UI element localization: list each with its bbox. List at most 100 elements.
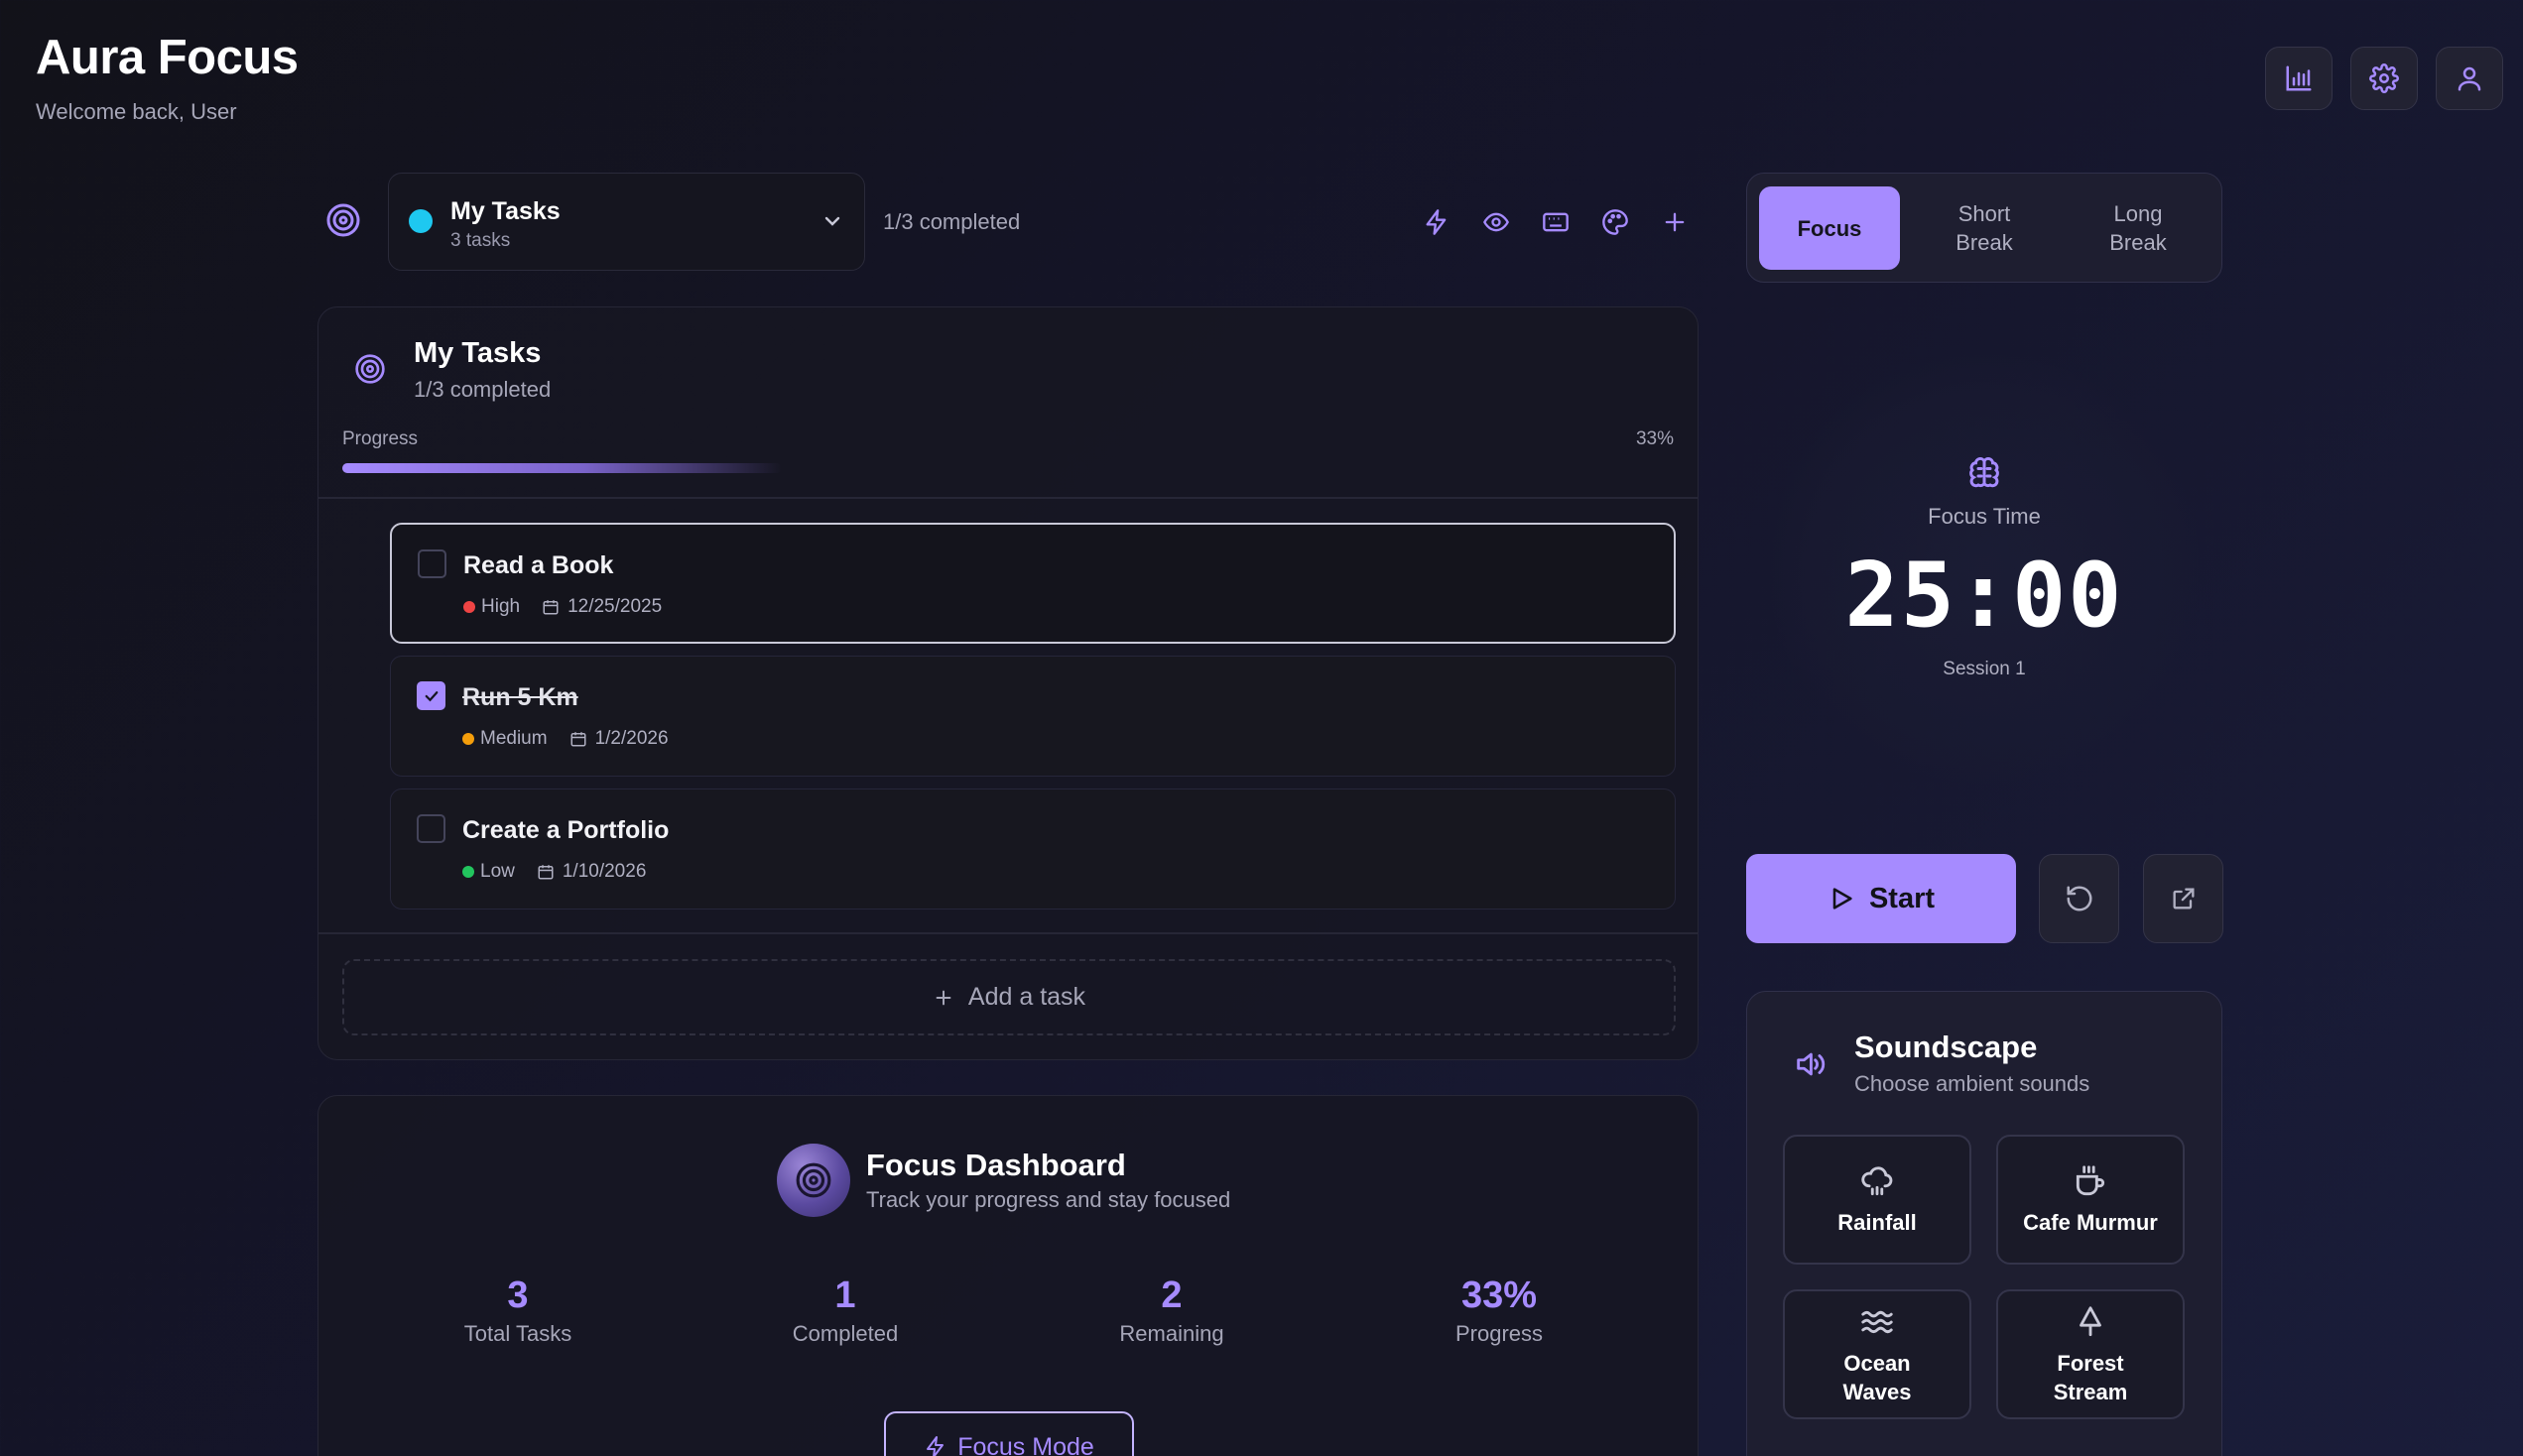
play-icon <box>1832 888 1852 910</box>
stat-value: 33% <box>1460 1274 1538 1316</box>
list-color-dot <box>409 209 433 233</box>
lightning-icon <box>1426 209 1447 235</box>
start-label: Start <box>1868 882 1936 914</box>
priority-dot <box>462 866 474 878</box>
start-button[interactable]: Start <box>1746 854 2016 943</box>
quick-action-button[interactable] <box>1417 202 1456 242</box>
stat-value: 2 <box>1161 1274 1183 1316</box>
calendar-icon <box>543 600 559 615</box>
target-icon <box>325 202 361 238</box>
focus-mode-button[interactable]: Focus Mode <box>884 1411 1134 1456</box>
popout-button[interactable] <box>2143 854 2223 943</box>
task-list-selector[interactable]: My Tasks 3 tasks <box>388 173 865 271</box>
task-item[interactable]: Read a Book High 12/25/2025 <box>390 523 1676 644</box>
soundscape-card: Soundscape Choose ambient sounds Rainfal… <box>1746 991 2222 1456</box>
task-meta: Low 1/10/2026 <box>462 861 646 883</box>
profile-button[interactable] <box>2436 47 2503 110</box>
cloud-rain-icon <box>1861 1166 1893 1196</box>
stat-total-tasks: 3 Total Tasks <box>369 1274 667 1347</box>
sound-rainfall[interactable]: Rainfall <box>1783 1135 1971 1265</box>
brain-icon <box>1966 455 2002 491</box>
task-priority: Medium <box>480 728 548 749</box>
task-checkbox[interactable] <box>418 549 446 578</box>
completed-summary: 1/3 completed <box>883 209 1021 234</box>
target-icon <box>796 1162 831 1198</box>
focus-dashboard-card: Focus Dashboard Track your progress and … <box>317 1095 1699 1456</box>
task-item[interactable]: Run 5 Km Medium 1/2/2026 <box>390 656 1676 777</box>
eye-icon <box>1483 212 1509 232</box>
progress-bar-fill <box>342 463 782 473</box>
divider <box>318 497 1698 499</box>
sound-label: Ocean Waves <box>1842 1350 1912 1404</box>
stat-value: 3 <box>507 1274 529 1316</box>
focus-mode-label: Focus Mode <box>957 1433 1094 1456</box>
stat-label: Completed <box>792 1321 899 1346</box>
stat-label: Remaining <box>1119 1321 1224 1346</box>
task-date: 1/10/2026 <box>562 861 647 882</box>
progress-label: Progress <box>342 428 419 449</box>
task-meta: Medium 1/2/2026 <box>462 728 669 750</box>
calendar-icon <box>538 865 554 880</box>
plus-icon <box>936 990 951 1005</box>
timer-mode-tabs: Focus Short Break Long Break <box>1746 173 2222 283</box>
session-counter: Session 1 <box>1943 659 2026 679</box>
task-name: Run 5 Km <box>462 683 578 711</box>
tab-long-break[interactable]: Long Break <box>2068 186 2208 270</box>
task-item[interactable]: Create a Portfolio Low 1/10/2026 <box>390 789 1676 910</box>
dashboard-subtitle: Track your progress and stay focused <box>866 1187 1231 1212</box>
sound-label: Cafe Murmur <box>2023 1210 2158 1235</box>
stats-button[interactable] <box>2265 47 2333 110</box>
external-link-icon <box>2173 888 2194 910</box>
task-checkbox[interactable] <box>417 681 445 710</box>
add-task-label: Add a task <box>967 983 1086 1011</box>
timer-label: Focus Time <box>1928 504 2041 529</box>
view-toggle-button[interactable] <box>1476 202 1516 242</box>
sound-label: Rainfall <box>1837 1210 1917 1235</box>
stat-label: Total Tasks <box>463 1321 572 1346</box>
add-list-button[interactable] <box>1655 202 1695 242</box>
stat-label: Progress <box>1454 1321 1544 1346</box>
progress-percent: 33% <box>1635 428 1674 449</box>
keyboard-shortcuts-button[interactable] <box>1536 202 1576 242</box>
list-name: My Tasks <box>450 197 561 225</box>
add-task-button[interactable]: Add a task <box>342 959 1676 1035</box>
speaker-icon <box>1793 1047 1827 1081</box>
app-title: Aura Focus <box>36 31 299 84</box>
task-date: 12/25/2025 <box>568 596 663 617</box>
check-icon <box>425 690 438 701</box>
sound-ocean-waves[interactable]: Ocean Waves <box>1783 1289 1971 1419</box>
task-priority: Low <box>480 861 515 882</box>
task-meta: High 12/25/2025 <box>463 596 662 618</box>
tab-focus[interactable]: Focus <box>1759 186 1900 270</box>
user-icon <box>2458 66 2481 91</box>
task-date: 1/2/2026 <box>594 728 669 749</box>
tab-short-break[interactable]: Short Break <box>1914 186 2055 270</box>
plus-icon <box>1665 212 1685 232</box>
task-name: Create a Portfolio <box>462 816 670 844</box>
task-checkbox[interactable] <box>417 814 445 843</box>
waves-icon <box>1861 1310 1893 1333</box>
palette-icon <box>1602 209 1628 235</box>
task-name: Read a Book <box>463 551 614 579</box>
reset-icon <box>2067 886 2091 911</box>
stat-progress: 33% Progress <box>1350 1274 1648 1347</box>
theme-button[interactable] <box>1595 202 1635 242</box>
settings-button[interactable] <box>2350 47 2418 110</box>
divider <box>318 932 1698 934</box>
reset-button[interactable] <box>2039 854 2119 943</box>
task-priority: High <box>481 596 521 617</box>
dashboard-logo <box>777 1144 850 1217</box>
sound-cafe-murmur[interactable]: Cafe Murmur <box>1996 1135 2185 1265</box>
soundscape-subtitle: Choose ambient sounds <box>1854 1071 2090 1096</box>
welcome-text: Welcome back, User <box>36 99 237 124</box>
stat-remaining: 2 Remaining <box>1023 1274 1321 1347</box>
tasks-card: My Tasks 1/3 completed Progress 33% Read… <box>317 306 1699 1060</box>
sound-forest-stream[interactable]: Forest Stream <box>1996 1289 2185 1419</box>
chevron-down-icon <box>820 209 844 233</box>
target-icon <box>354 353 386 385</box>
sound-label: Forest Stream <box>2053 1350 2128 1404</box>
coffee-icon <box>2076 1165 2105 1196</box>
list-task-count: 3 tasks <box>450 230 511 251</box>
tree-icon <box>2080 1305 2101 1336</box>
gear-icon <box>2369 63 2399 93</box>
